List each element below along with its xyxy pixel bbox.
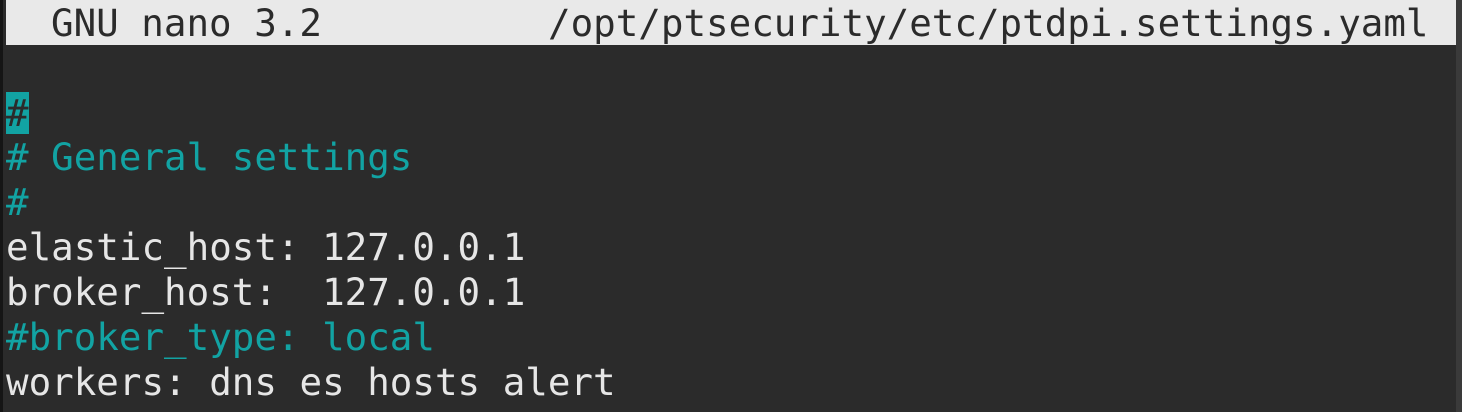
window-right-border: [1456, 0, 1462, 412]
file-path-label: /opt/ptsecurity/etc/ptdpi.settings.yaml: [548, 1, 1429, 45]
window-left-border: [0, 0, 3, 412]
editor-line-4[interactable]: elastic_host: 127.0.0.1: [6, 225, 1446, 270]
text-buffer[interactable]: # # General settings # elastic_host: 127…: [6, 90, 1446, 405]
editor-line-2[interactable]: # General settings: [6, 135, 1446, 180]
editor-line-3[interactable]: #: [6, 180, 1446, 225]
editor-line-1[interactable]: #: [6, 90, 1446, 135]
nano-editor-window: GNU nano 3.2 /opt/ptsecurity/etc/ptdpi.s…: [0, 0, 1462, 412]
nano-title-bar: GNU nano 3.2 /opt/ptsecurity/etc/ptdpi.s…: [6, 0, 1456, 45]
editor-line-5[interactable]: broker_host: 127.0.0.1: [6, 270, 1446, 315]
text-cursor[interactable]: #: [6, 92, 29, 134]
app-version-label: GNU nano 3.2: [51, 1, 322, 45]
editor-line-6[interactable]: #broker_type: local: [6, 315, 1446, 360]
editor-line-7[interactable]: workers: dns es hosts alert: [6, 360, 1446, 405]
